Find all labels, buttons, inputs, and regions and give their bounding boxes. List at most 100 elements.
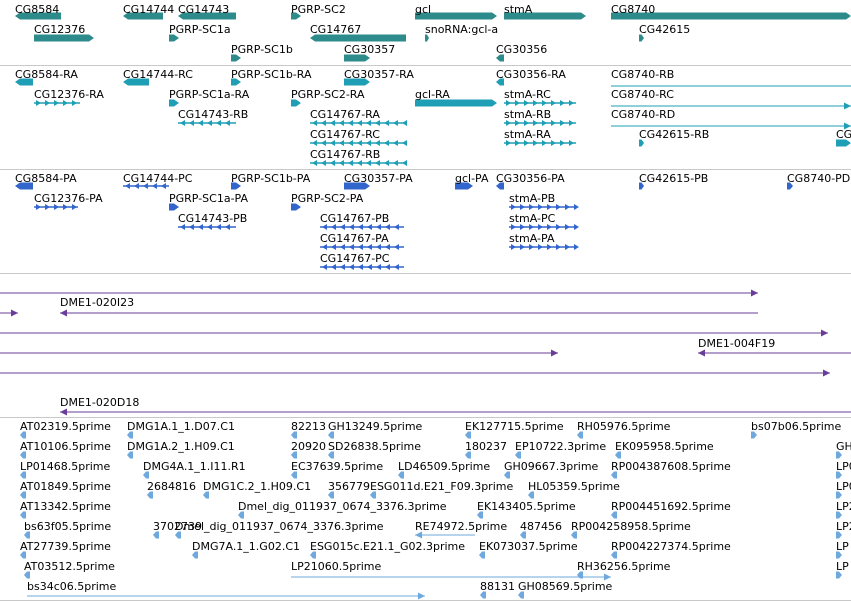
- feature-label[interactable]: 180237: [465, 440, 507, 453]
- feature-label[interactable]: AT02319.5prime: [20, 420, 111, 433]
- exon-chevron[interactable]: [556, 244, 561, 250]
- feature-label[interactable]: EK143405.5prime: [477, 500, 576, 513]
- feature-label[interactable]: GH09667.3prime: [504, 460, 598, 473]
- feature-label[interactable]: CG14767-RA: [310, 108, 380, 121]
- feature-label[interactable]: stmA-PA: [509, 232, 554, 245]
- feature-label[interactable]: CG8740-RB: [611, 68, 674, 81]
- feature-label[interactable]: AT10106.5prime: [20, 440, 111, 453]
- exon-chevron[interactable]: [393, 160, 398, 166]
- feature-label[interactable]: CG42615: [639, 23, 690, 36]
- feature-label[interactable]: 2684816: [147, 480, 196, 493]
- feature-label[interactable]: snoRNA:gcl-a: [425, 23, 498, 36]
- feature-glyph[interactable]: [0, 369, 830, 377]
- feature-label[interactable]: bs63f05.5prime: [24, 520, 111, 533]
- feature-label[interactable]: gcl-PA: [455, 172, 489, 185]
- feature-label[interactable]: CG8740-PD: [787, 172, 850, 185]
- feature-label[interactable]: CG14767-PA: [320, 232, 389, 245]
- feature-label[interactable]: stmA-RB: [504, 108, 551, 121]
- exon-chevron[interactable]: [402, 140, 407, 146]
- feature-label[interactable]: CG42615-PB: [639, 172, 708, 185]
- feature-label[interactable]: DME1-020I23: [60, 296, 134, 309]
- feature-label[interactable]: 20920: [291, 440, 326, 453]
- feature-label[interactable]: PGRP-SC2-RA: [291, 88, 365, 101]
- feature-label[interactable]: GH08569.5prime: [518, 580, 612, 593]
- feature-label[interactable]: stmA-RC: [504, 88, 551, 101]
- feature-label[interactable]: EK073037.5prime: [479, 540, 578, 553]
- feature-label[interactable]: LP2: [836, 500, 851, 513]
- feature-label[interactable]: DME1-020D18: [60, 396, 139, 409]
- feature-glyph[interactable]: [0, 349, 558, 357]
- exon-chevron[interactable]: [402, 160, 407, 166]
- exon-chevron[interactable]: [384, 160, 389, 166]
- feature-label[interactable]: GH: [836, 440, 851, 453]
- feature-label[interactable]: LP: [836, 540, 849, 553]
- feature-label[interactable]: bs07b06.5prime: [751, 420, 841, 433]
- feature-label[interactable]: CG8584-PA: [15, 172, 77, 185]
- feature-label[interactable]: CG30357: [344, 43, 395, 56]
- feature-label[interactable]: CG14744: [123, 3, 174, 16]
- feature-label[interactable]: 487456: [520, 520, 562, 533]
- feature-label[interactable]: ESG011d.E21_F09.3prime: [370, 480, 513, 493]
- feature-label[interactable]: CG14744-RC: [123, 68, 193, 81]
- feature-label[interactable]: gcl-RA: [415, 88, 450, 101]
- feature-glyph[interactable]: [60, 309, 758, 317]
- feature-label[interactable]: LP2: [836, 520, 851, 533]
- feature-label[interactable]: PGRP-SC2: [291, 3, 346, 16]
- exon-chevron[interactable]: [551, 120, 556, 126]
- feature-label[interactable]: CG14767-PC: [320, 252, 389, 265]
- feature-label[interactable]: EK127715.5prime: [465, 420, 564, 433]
- feature-label[interactable]: RH36256.5prime: [577, 560, 670, 573]
- exon-chevron[interactable]: [393, 120, 398, 126]
- feature-label[interactable]: CG30356: [496, 43, 547, 56]
- feature-label[interactable]: PGRP-SC1b-PA: [231, 172, 310, 185]
- exon-chevron[interactable]: [394, 244, 399, 250]
- feature-label[interactable]: AT27739.5prime: [20, 540, 111, 553]
- feature-label[interactable]: 356779: [328, 480, 370, 493]
- feature-label[interactable]: RH05976.5prime: [577, 420, 670, 433]
- feature-label[interactable]: stmA-RA: [504, 128, 551, 141]
- feature-label[interactable]: CG: [836, 128, 851, 141]
- exon-chevron[interactable]: [394, 264, 399, 270]
- feature-label[interactable]: CG30357-RA: [344, 68, 414, 81]
- feature-label[interactable]: DMG7A.1_1.G02.C1: [192, 540, 300, 553]
- feature-label[interactable]: PGRP-SC1a-RA: [169, 88, 249, 101]
- feature-label[interactable]: AT13342.5prime: [20, 500, 111, 513]
- feature-label[interactable]: stmA-PB: [509, 192, 555, 205]
- genome-browser-view[interactable]: CG8584 CG14744 CG14743 PGRP-SC2 gcl stmA CG874…: [0, 0, 851, 602]
- feature-label[interactable]: RP004258958.5prime: [571, 520, 691, 533]
- feature-label[interactable]: EC37639.5prime: [291, 460, 383, 473]
- exon-chevron[interactable]: [551, 100, 556, 106]
- exon-chevron[interactable]: [551, 140, 556, 146]
- feature-label[interactable]: LP0: [836, 460, 851, 473]
- feature-label[interactable]: CG8740-RC: [611, 88, 674, 101]
- feature-label[interactable]: RP004451692.5prime: [611, 500, 731, 513]
- feature-label[interactable]: CG14744-PC: [123, 172, 192, 185]
- exon-chevron[interactable]: [574, 204, 579, 210]
- exon-chevron[interactable]: [569, 140, 574, 146]
- feature-label[interactable]: CG30357-PA: [344, 172, 413, 185]
- feature-label[interactable]: 82213: [291, 420, 326, 433]
- feature-label[interactable]: LP0: [836, 480, 851, 493]
- feature-label[interactable]: CG30356-PA: [496, 172, 565, 185]
- feature-glyph[interactable]: [60, 408, 851, 416]
- feature-label[interactable]: CG12376-PA: [34, 192, 103, 205]
- feature-label[interactable]: CG8740: [611, 3, 655, 16]
- feature-label[interactable]: CG12376: [34, 23, 85, 36]
- exon-chevron[interactable]: [560, 140, 565, 146]
- feature-label[interactable]: CG14743: [178, 3, 229, 16]
- feature-label[interactable]: DMG1A.1_1.D07.C1: [127, 420, 235, 433]
- feature-glyph[interactable]: [0, 309, 18, 317]
- exon-chevron[interactable]: [565, 204, 570, 210]
- feature-glyph[interactable]: [0, 329, 828, 337]
- feature-label[interactable]: CG8584-RA: [15, 68, 78, 81]
- feature-label[interactable]: stmA-PC: [509, 212, 555, 225]
- feature-label[interactable]: HL05359.5prime: [528, 480, 620, 493]
- feature-label[interactable]: ESG015c.E21.1_G02.3prime: [310, 540, 465, 553]
- feature-glyph[interactable]: [27, 592, 425, 600]
- exon-chevron[interactable]: [569, 120, 574, 126]
- feature-label[interactable]: AT01849.5prime: [20, 480, 111, 493]
- exon-chevron[interactable]: [569, 100, 574, 106]
- exon-chevron[interactable]: [402, 120, 407, 126]
- feature-label[interactable]: CG14767-RC: [310, 128, 380, 141]
- exon-chevron[interactable]: [394, 224, 399, 230]
